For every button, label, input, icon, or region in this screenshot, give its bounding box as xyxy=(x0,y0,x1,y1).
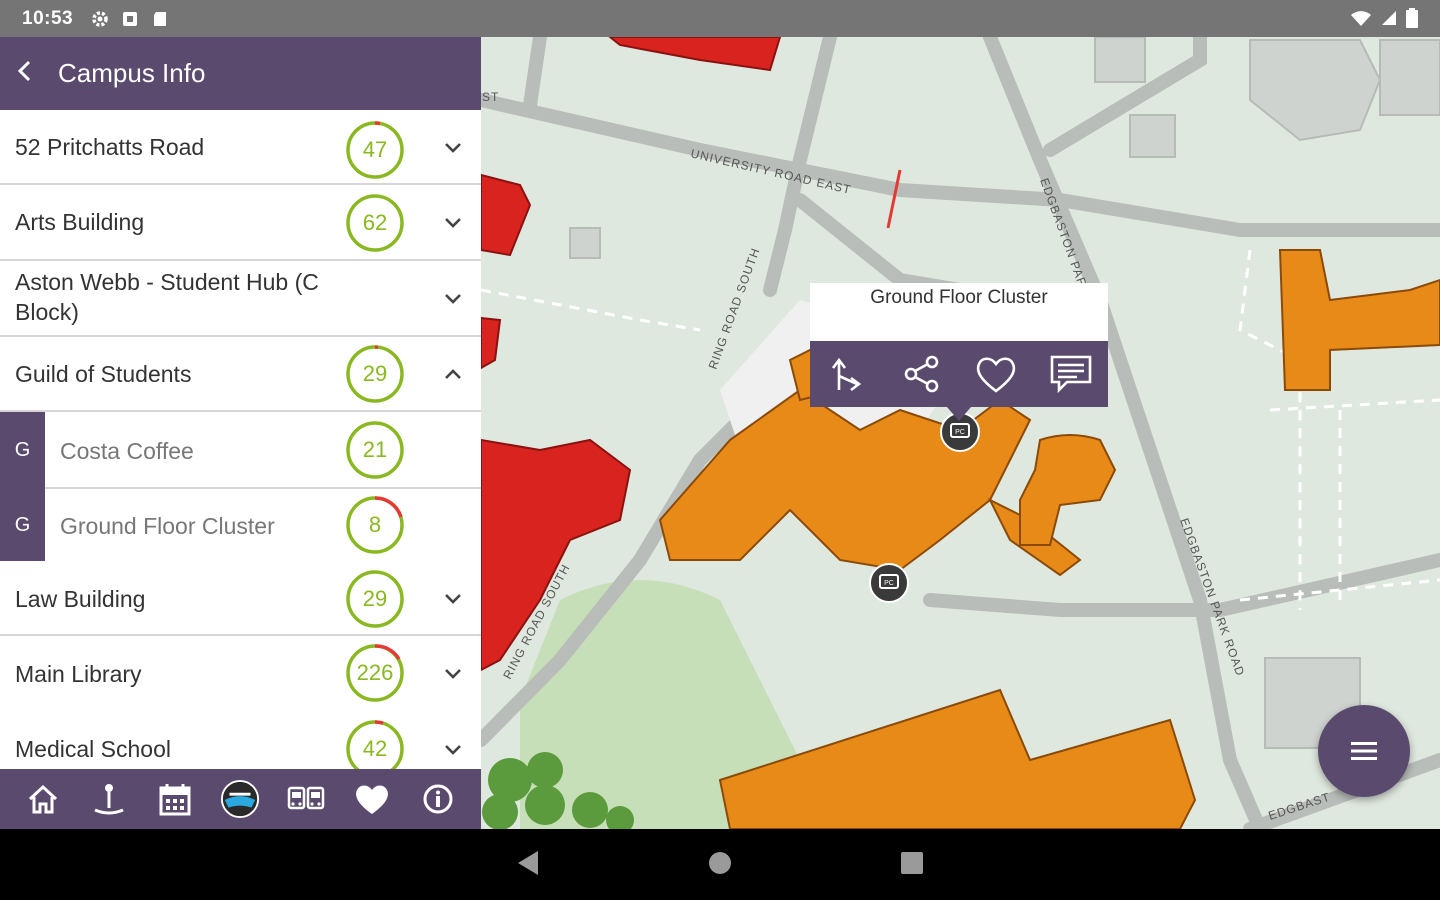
count-badge: 62 xyxy=(345,193,405,253)
count-value: 226 xyxy=(356,660,394,685)
list-item-label: 52 Pritchatts Road xyxy=(15,134,205,160)
chevron-down-icon[interactable] xyxy=(438,659,468,689)
popup-title: Ground Floor Cluster xyxy=(810,283,1108,341)
pc-marker-2[interactable]: PC xyxy=(869,563,909,603)
count-value: 62 xyxy=(362,210,388,235)
list-item[interactable]: Aston Webb - Student Hub (C Block) xyxy=(0,261,481,337)
building-list: 52 Pritchatts Road 47 Arts Building 62 A… xyxy=(0,110,481,769)
battery-icon xyxy=(1406,8,1418,33)
calendar-icon[interactable] xyxy=(155,779,195,819)
count-value: 47 xyxy=(362,137,388,162)
home-button-icon[interactable] xyxy=(706,849,738,881)
comment-icon[interactable] xyxy=(1047,350,1095,398)
bottom-nav xyxy=(0,769,481,829)
wifi-icon xyxy=(1350,9,1372,32)
count-badge: 29 xyxy=(345,344,405,404)
menu-fab[interactable] xyxy=(1318,705,1410,797)
share-icon[interactable] xyxy=(898,350,946,398)
campus-info-panel: Campus Info 52 Pritchatts Road 47 Arts B… xyxy=(0,37,481,829)
count-badge: 47 xyxy=(345,120,405,180)
list-item[interactable]: Main Library 226 xyxy=(0,636,481,712)
pin-icon[interactable] xyxy=(89,779,129,819)
list-item[interactable]: Guild of Students 29 xyxy=(0,337,481,412)
count-value: 42 xyxy=(362,736,388,761)
marker-label: PC xyxy=(884,580,894,587)
status-time: 10:53 xyxy=(22,7,74,29)
count-badge: 226 xyxy=(345,643,405,703)
location-popup: Ground Floor Cluster xyxy=(810,283,1108,407)
list-item-label: Aston Webb - Student Hub (C Block) xyxy=(15,269,319,325)
chevron-down-icon[interactable] xyxy=(438,584,468,614)
chevron-down-icon[interactable] xyxy=(438,284,468,314)
count-badge: 21 xyxy=(345,420,405,480)
settings-icon xyxy=(91,10,109,28)
count-value: 29 xyxy=(362,586,388,611)
count-badge: 8 xyxy=(345,495,405,555)
list-item-label: Main Library xyxy=(15,661,142,687)
group-badge: G xyxy=(0,489,45,561)
favorite-icon[interactable] xyxy=(972,350,1020,398)
list-item-label: Arts Building xyxy=(15,209,145,235)
map-canvas[interactable]: UNIVERSITY ROAD EAST RING ROAD SOUTH RIN… xyxy=(481,37,1440,829)
bus-icon[interactable] xyxy=(286,779,326,819)
app-bar: Campus Info xyxy=(0,37,481,110)
sd-card-icon xyxy=(151,10,169,28)
count-badge: 29 xyxy=(345,569,405,629)
menu-icon xyxy=(1351,742,1377,760)
chevron-down-icon[interactable] xyxy=(438,133,468,163)
list-item-label: Ground Floor Cluster xyxy=(60,513,275,539)
count-badge: 42 xyxy=(345,719,405,769)
list-item-label: Law Building xyxy=(15,586,146,612)
recents-icon[interactable] xyxy=(898,849,930,881)
count-value: 29 xyxy=(362,361,388,386)
list-item[interactable]: Law Building 29 xyxy=(0,561,481,636)
system-nav-bar xyxy=(0,829,1440,900)
heart-icon[interactable] xyxy=(352,779,392,819)
list-item[interactable]: Medical School 42 xyxy=(0,712,481,769)
info-icon[interactable] xyxy=(418,779,458,819)
list-item[interactable]: 52 Pritchatts Road 47 xyxy=(0,110,481,185)
group-badge: G xyxy=(0,412,45,489)
campus-map[interactable]: UNIVERSITY ROAD EAST RING ROAD SOUTH RIN… xyxy=(481,37,1440,829)
directions-icon[interactable] xyxy=(823,350,871,398)
count-value: 8 xyxy=(368,512,382,537)
logo-icon[interactable] xyxy=(220,779,260,819)
status-bar: 10:53 xyxy=(0,0,1440,37)
signal-icon xyxy=(1380,9,1398,32)
page-title: Campus Info xyxy=(58,58,206,88)
popup-actions xyxy=(810,341,1108,407)
photo-icon xyxy=(121,10,139,28)
list-item[interactable]: Arts Building 62 xyxy=(0,185,481,261)
popup-pointer xyxy=(947,407,971,421)
chevron-down-icon[interactable] xyxy=(438,735,468,765)
count-value: 21 xyxy=(362,437,388,462)
list-item-label: Guild of Students xyxy=(15,361,192,387)
marker-label: PC xyxy=(955,429,965,436)
list-item-label: Medical School xyxy=(15,736,171,762)
back-icon[interactable] xyxy=(514,849,546,881)
home-icon[interactable] xyxy=(23,779,63,819)
list-item[interactable]: G Ground Floor Cluster 8 xyxy=(0,489,481,561)
chevron-up-icon[interactable] xyxy=(438,360,468,390)
list-item-label: Costa Coffee xyxy=(60,438,194,464)
chevron-down-icon[interactable] xyxy=(438,208,468,238)
street-label: ST xyxy=(482,90,499,104)
arrow-back-icon[interactable] xyxy=(0,58,50,89)
list-item[interactable]: G Costa Coffee 21 xyxy=(0,412,481,489)
